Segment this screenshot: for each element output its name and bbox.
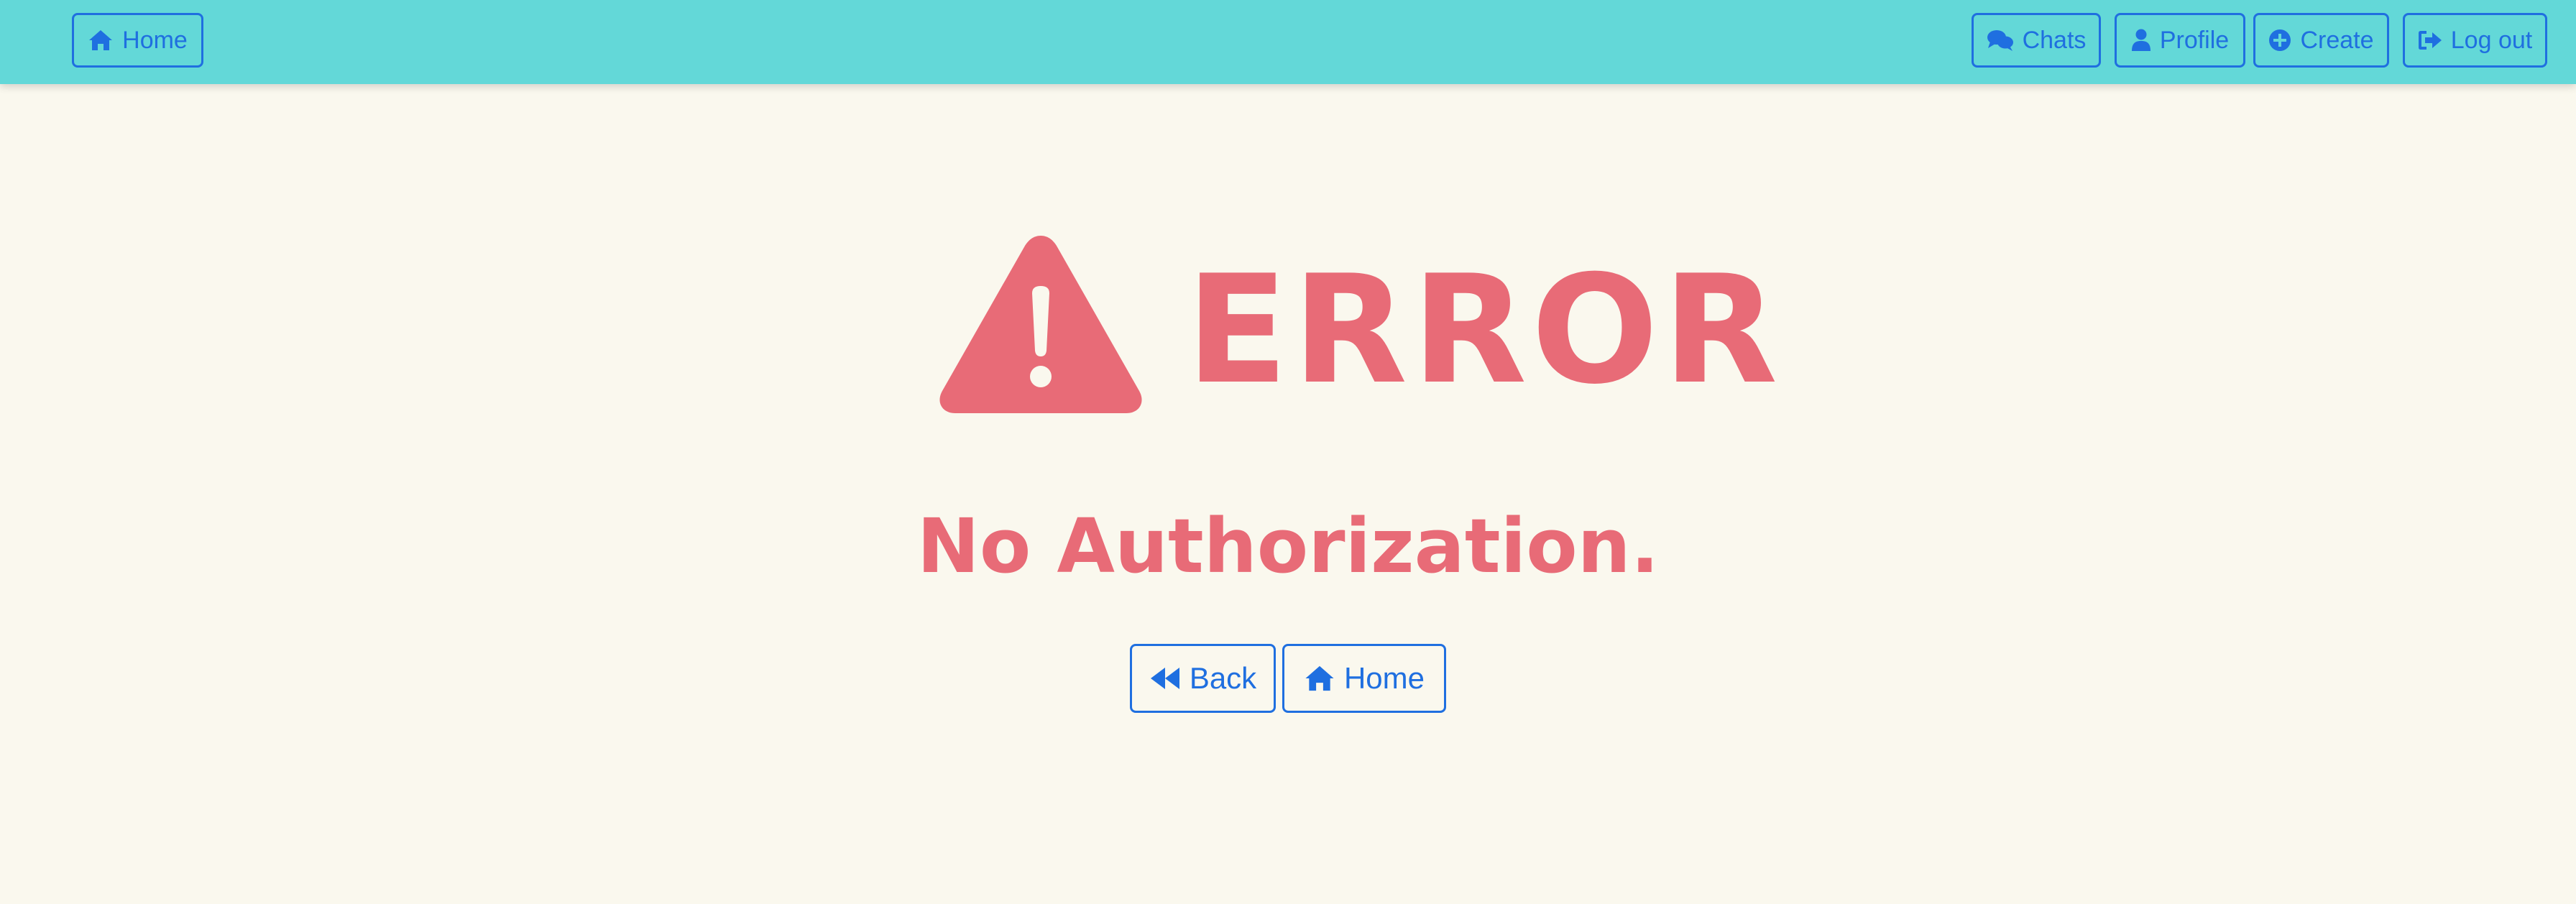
home-icon: [1304, 664, 1335, 693]
back-button[interactable]: Back: [1130, 644, 1276, 713]
nav-home-button[interactable]: Home: [72, 13, 203, 68]
top-navbar: Home Chats Profile Create Log out: [0, 0, 2576, 84]
error-message: No Authorization.: [916, 502, 1660, 590]
home-button-label: Home: [1343, 661, 1425, 695]
user-icon: [2131, 29, 2151, 52]
warning-triangle-icon: [936, 229, 1146, 415]
nav-profile-label: Profile: [2159, 26, 2230, 54]
nav-profile-button[interactable]: Profile: [2115, 13, 2245, 68]
error-title: ERROR: [1186, 244, 1782, 418]
nav-create-button[interactable]: Create: [2253, 13, 2389, 68]
nav-create-label: Create: [2300, 26, 2374, 54]
nav-logout-button[interactable]: Log out: [2403, 13, 2547, 68]
home-icon: [88, 29, 114, 52]
plus-circle-icon: [2268, 29, 2291, 52]
nav-chats-button[interactable]: Chats: [1972, 13, 2101, 68]
back-button-label: Back: [1189, 661, 1257, 695]
nav-home-label: Home: [122, 26, 188, 54]
logout-icon: [2418, 29, 2442, 52]
chats-icon: [1987, 29, 2014, 52]
backward-icon: [1149, 666, 1181, 691]
nav-logout-label: Log out: [2450, 26, 2533, 54]
home-button[interactable]: Home: [1282, 644, 1446, 713]
nav-chats-label: Chats: [2022, 26, 2087, 54]
